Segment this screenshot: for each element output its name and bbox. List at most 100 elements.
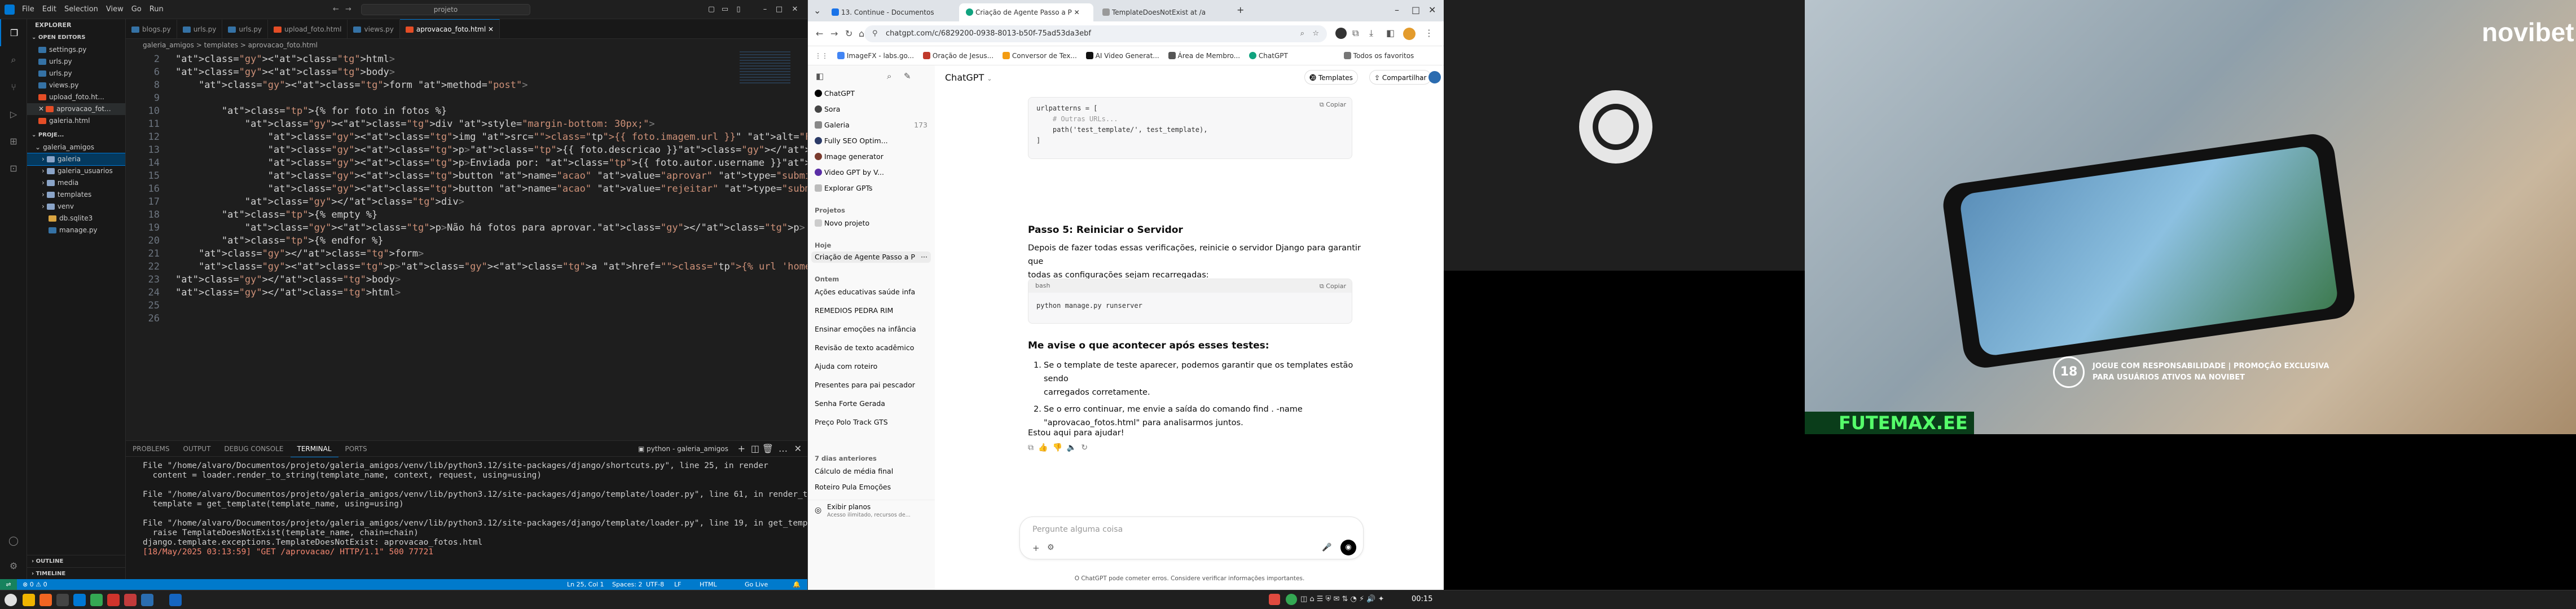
chat-item[interactable]: Ajuda com roteiro: [815, 361, 877, 372]
chat-options-icon[interactable]: ···: [921, 251, 927, 263]
code-line[interactable]: "at">class="gy"><"at">class="tg">html>: [175, 54, 395, 65]
user-avatar[interactable]: [1428, 71, 1441, 83]
bookmark[interactable]: Oração de Jesus...: [922, 46, 994, 65]
close-tab-icon[interactable]: ✕: [1074, 8, 1080, 16]
tree-folder-selected[interactable]: › galeria: [27, 153, 125, 166]
browser-tab-active[interactable]: Criação de Agente Passo a P ✕: [959, 3, 1093, 21]
all-bookmarks[interactable]: Todos os favoritos: [1343, 46, 1414, 65]
manage-gear-icon[interactable]: ⚙: [0, 552, 27, 579]
bookmark[interactable]: ImageFX - labs.go...: [837, 46, 914, 65]
browser-tab[interactable]: TemplateDoesNotExist at /a: [1096, 3, 1231, 21]
close-tab-icon[interactable]: ✕: [488, 25, 494, 33]
chat-item[interactable]: Ensinar emoções na infância: [815, 324, 916, 335]
tray-chrome-icon[interactable]: [1286, 594, 1297, 605]
sidepanel-icon[interactable]: ◧: [1386, 28, 1395, 38]
site-info-icon[interactable]: ⚲: [872, 25, 878, 42]
chat-item[interactable]: REMEDIOS PEDRA RIM: [815, 305, 893, 316]
maximize-icon[interactable]: □: [773, 0, 785, 19]
voice-mode-button[interactable]: ◉: [1340, 540, 1356, 555]
open-editor-item[interactable]: galeria.html: [27, 115, 125, 127]
code-line[interactable]: "at">class="gy"><"at">class="tg">body>: [175, 67, 395, 78]
bookmark[interactable]: ChatGPT: [1249, 46, 1288, 65]
add-terminal-icon[interactable]: +: [738, 441, 745, 457]
code-line[interactable]: "at">class="gy"></"at">class="tg">html>: [175, 287, 401, 298]
chat-item[interactable]: Senha Forte Gerada: [815, 398, 885, 409]
go-live[interactable]: Go Live: [745, 579, 768, 590]
account-icon[interactable]: ◯: [0, 527, 27, 554]
tree-folder[interactable]: › venv: [27, 201, 125, 213]
new-tab-icon[interactable]: +: [1237, 5, 1244, 15]
tab-output[interactable]: OUTPUT: [177, 441, 218, 457]
timeline-section[interactable]: › TIMELINE: [27, 567, 125, 579]
regenerate-icon[interactable]: ↻: [1081, 443, 1092, 452]
notifications-bell-icon[interactable]: 🔔: [793, 579, 801, 590]
app-icon[interactable]: [141, 594, 153, 606]
code-line[interactable]: "at">class="tp">{% endfor %}: [175, 235, 384, 246]
sidebar-explore-gpts[interactable]: Explorar GPTs: [815, 183, 873, 194]
tab-ports[interactable]: PORTS: [339, 441, 374, 457]
reload-icon[interactable]: ↻: [845, 28, 852, 39]
panel-toggle-icon[interactable]: ▭: [719, 0, 731, 19]
chrome-menu-icon[interactable]: ⋮: [1425, 28, 1434, 38]
thumbs-up-icon[interactable]: 👍: [1038, 443, 1052, 452]
open-editor-item[interactable]: settings.py: [27, 44, 125, 56]
open-editor-item[interactable]: views.py: [27, 80, 125, 91]
tree-folder[interactable]: › templates: [27, 189, 125, 201]
chat-item[interactable]: Roteiro Pula Emoções: [815, 482, 891, 493]
project-header[interactable]: ⌄ PROJE...: [27, 129, 125, 142]
close-window-icon[interactable]: ✕: [1428, 5, 1436, 15]
vscode-taskbar-icon[interactable]: [73, 594, 86, 606]
menu-selection[interactable]: Selection: [60, 0, 102, 19]
open-editors-header[interactable]: ⌄ OPEN EDITORS: [27, 32, 125, 44]
problems-count[interactable]: ⊗ 0 ⚠ 0: [23, 579, 47, 590]
nav-forward-icon[interactable]: →: [345, 0, 351, 19]
chat-item[interactable]: Ações educativas saúde infa: [815, 286, 915, 298]
code-line[interactable]: "at">class="gy"><"at">class="tg">p>"at">…: [175, 144, 886, 156]
encoding[interactable]: UTF-8: [646, 579, 664, 590]
close-icon[interactable]: ✕: [789, 0, 801, 19]
remote-indicator-icon[interactable]: ⇌: [0, 579, 17, 590]
address-bar[interactable]: ⚲ chatgpt.com/c/6829200-0938-8013-b50f-75…: [864, 25, 1327, 42]
split-terminal-icon[interactable]: ◫: [751, 441, 759, 457]
start-menu-icon[interactable]: [5, 594, 17, 606]
sidebar-gpt-item[interactable]: Image generator: [815, 151, 883, 162]
close-editor-icon[interactable]: ✕: [38, 105, 44, 113]
tree-folder[interactable]: ⌄ galeria_amigos: [27, 142, 125, 153]
cursor-position[interactable]: Ln 25, Col 1: [567, 579, 604, 590]
tree-folder[interactable]: › galeria_usuarios: [27, 165, 125, 177]
window-icon[interactable]: [169, 594, 182, 606]
sidebar-toggle-icon[interactable]: ▯: [732, 0, 745, 19]
copy-code-button[interactable]: ⧉ Copiar: [1320, 283, 1346, 290]
templates-button[interactable]: ⓴ Templates: [1304, 70, 1358, 85]
code-line[interactable]: "at">class="gy"></"at">class="tg">div>: [175, 196, 464, 208]
sidebar-gpt-item[interactable]: Fully SEO Optim...: [815, 135, 888, 147]
prompt-input[interactable]: Pergunte alguma coisa: [1032, 525, 1123, 534]
apps-grid-icon[interactable]: ⋮⋮: [815, 46, 828, 65]
copy-code-button[interactable]: ⧉ Copiar: [1320, 101, 1346, 109]
sidebar-toggle-icon[interactable]: ◧: [816, 71, 824, 81]
maximize-icon[interactable]: □: [1412, 5, 1420, 15]
bookmark[interactable]: Área de Membro...: [1168, 46, 1240, 65]
attach-icon[interactable]: +: [1032, 543, 1040, 553]
more-icon[interactable]: …: [779, 441, 788, 457]
layout-icon[interactable]: ▢: [705, 0, 718, 19]
nav-back-icon[interactable]: ←: [333, 0, 339, 19]
chat-item[interactable]: Cálculo de média final: [815, 466, 893, 477]
open-editor-item[interactable]: upload_foto.ht...: [27, 91, 125, 103]
read-aloud-icon[interactable]: 🔈: [1067, 443, 1081, 452]
plans-upsell[interactable]: ◎ Exibir planos Acesso ilimitado, recurs…: [808, 500, 935, 522]
outline-section[interactable]: › OUTLINE: [27, 555, 125, 567]
breadcrumb[interactable]: galeria_amigos > templates > aprovacao_f…: [126, 39, 807, 51]
tab-search-icon[interactable]: ⌄: [814, 5, 821, 16]
clock[interactable]: 00:15: [1412, 595, 1432, 603]
terminal-selector[interactable]: ▣ python - galeria_amigos: [638, 441, 728, 457]
model-selector[interactable]: ChatGPT ⌄: [945, 72, 992, 83]
tab-problems[interactable]: PROBLEMS: [126, 441, 177, 457]
chrome-taskbar-icon[interactable]: [90, 594, 103, 606]
tray-icons[interactable]: ◫ ⌂ ☰ ⛨ ✉ ⇅ ◔ ⚡ 🔊 ✦: [1300, 595, 1384, 603]
editor-tab[interactable]: views.py: [348, 20, 400, 38]
code-line[interactable]: "at">class="gy"><"at">class="tg">div "at…: [175, 118, 655, 130]
remote-icon[interactable]: ⊡: [0, 155, 27, 182]
code-line[interactable]: "at">class="gy"><"at">class="tg">p>Não h…: [175, 222, 805, 233]
new-chat-icon[interactable]: ✎: [904, 71, 911, 81]
